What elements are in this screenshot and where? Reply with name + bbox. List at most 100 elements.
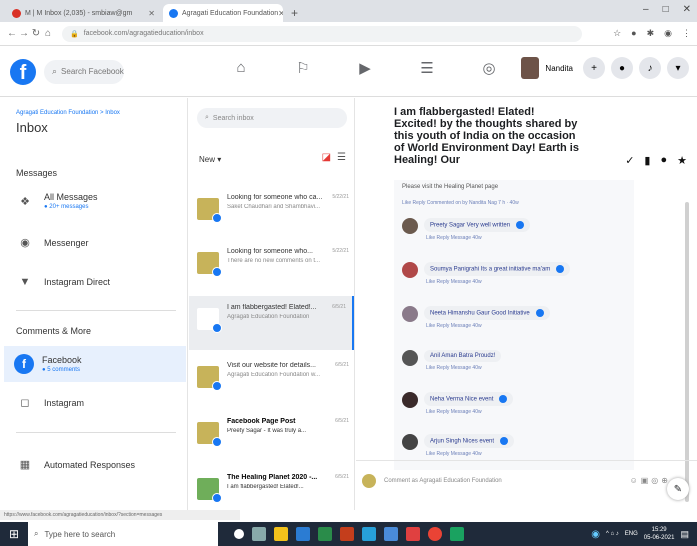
chrome-icon[interactable] — [428, 527, 442, 541]
sidebar-item-instagram-direct[interactable]: ▼ Instagram Direct — [16, 276, 186, 288]
reload-icon[interactable]: ↻ — [30, 28, 42, 39]
url-input[interactable]: 🔒 facebook.com/agragatieducation/inbox — [62, 25, 582, 42]
edge-icon[interactable] — [362, 527, 376, 541]
sidebar-item-label: Instagram Direct — [44, 277, 111, 287]
label-icon[interactable]: ● — [660, 154, 667, 167]
star-icon[interactable]: ☆ — [613, 28, 621, 39]
filter-dropdown[interactable]: New ▾ — [199, 155, 221, 164]
windows-start-icon[interactable]: ⊞ — [0, 527, 28, 541]
list-item-selected[interactable]: I am flabbergasted! Elated!... Agragati … — [189, 296, 354, 350]
file-explorer-icon[interactable] — [274, 527, 288, 541]
list-item[interactable]: Facebook Page Post Preety Sagar - It was… — [189, 410, 354, 464]
browser-tab-facebook[interactable]: Agragati Education Foundation ✕ — [163, 4, 283, 22]
comment: Soumya Panigrahi Its a great initiative … — [402, 262, 571, 285]
scrollbar[interactable] — [685, 202, 689, 502]
create-plus-icon[interactable]: + — [583, 57, 605, 79]
user-name[interactable]: Nandita — [545, 64, 573, 73]
tray-arrows-icon[interactable]: ^ ⌂ ♪ — [606, 531, 619, 537]
maximize-button[interactable]: □ — [663, 4, 669, 15]
comment-bubble: Arjun Singh Nices event — [424, 434, 515, 448]
powerpoint-icon[interactable] — [340, 527, 354, 541]
list-item[interactable]: Visit our website for details... Agragat… — [189, 354, 354, 408]
comment-composer[interactable]: Comment as Agragati Education Foundation… — [356, 460, 697, 500]
facebook-logo[interactable]: f — [10, 58, 36, 85]
facebook-badge-icon — [212, 213, 222, 223]
forward-icon[interactable]: → — [18, 28, 30, 39]
notification-icon[interactable]: ▤ — [680, 529, 689, 540]
comment-meta[interactable]: Like Reply Message 40w — [426, 323, 550, 329]
list-item[interactable]: The Healing Planet 2020 -... I am flabbe… — [189, 466, 354, 510]
list-item[interactable]: Looking for someone who... There are no … — [189, 240, 354, 294]
tab-label: Agragati Education Foundation — [182, 9, 279, 17]
comment-meta[interactable]: Like Reply Message 40w — [426, 365, 501, 371]
messenger-icon[interactable]: ● — [611, 57, 633, 79]
extension-icon[interactable]: ● — [631, 28, 636, 39]
sidebar-item-instagram[interactable]: ◻ Instagram — [16, 396, 186, 409]
flag-nav-icon[interactable]: ⚐ — [272, 59, 334, 77]
minimize-button[interactable]: – — [643, 4, 649, 15]
new-tab-button[interactable]: + — [285, 4, 304, 22]
back-icon[interactable]: ← — [6, 28, 18, 39]
compose-edit-button[interactable]: ✎ — [667, 478, 689, 500]
sidebar-item-facebook[interactable]: f Facebook ● 5 comments — [4, 346, 186, 382]
account-menu-icon[interactable]: ▾ — [667, 57, 689, 79]
comment-meta[interactable]: Like Reply Message 40w — [426, 409, 513, 415]
comment-meta[interactable]: Like Reply Message 40w — [426, 235, 530, 241]
assistant-icon[interactable]: ◉ — [591, 529, 600, 540]
comment: Anil Aman Batra Proudz! Like Reply Messa… — [402, 350, 502, 371]
sidebar-item-messenger[interactable]: ◉ Messenger — [16, 236, 186, 249]
check-icon[interactable]: ✓ — [625, 154, 634, 167]
composer-tools-icons[interactable]: ☺▣◎⊕ — [630, 476, 671, 485]
conversation-title: Looking for someone who ca... — [227, 194, 323, 201]
conversation-time: 6/5/21 — [335, 362, 349, 368]
close-window-button[interactable]: ✕ — [683, 4, 691, 15]
profile-icon[interactable]: ◉ — [664, 28, 672, 39]
search-placeholder: Type here to search — [44, 529, 116, 539]
commenter-avatar — [402, 350, 418, 366]
puzzle-icon[interactable]: ✱ — [647, 28, 655, 39]
window-controls: – □ ✕ — [643, 4, 691, 15]
archive-icon[interactable]: ▮ — [644, 154, 650, 167]
facebook-search-input[interactable]: ⌕ Search Facebook — [44, 59, 124, 84]
send-icon: ▼ — [19, 276, 31, 288]
menu-dots-icon[interactable]: ⋮ — [682, 28, 691, 39]
language-indicator[interactable]: ENG — [625, 531, 638, 537]
notifications-icon[interactable]: ♪ — [639, 57, 661, 79]
clock[interactable]: 15:29 05-06-2021 — [644, 526, 675, 542]
groups-nav-icon[interactable]: ◎ — [458, 59, 520, 77]
facebook-nav: ⌂ ⚐ ▶ ☰ ◎ — [210, 59, 520, 77]
conversation-snippet: Agragati Education Foundation — [227, 314, 310, 320]
comment-text: Neha Verma Nice event — [430, 396, 494, 403]
inbox-search-input[interactable]: ⌕ Search inbox — [197, 108, 347, 128]
list-item[interactable]: Looking for someone who ca... Saket Chau… — [189, 186, 354, 240]
app-icon[interactable] — [450, 527, 464, 541]
flag-icon[interactable]: ◪ — [322, 152, 331, 163]
app-icon[interactable] — [384, 527, 398, 541]
facebook-icon: f — [14, 354, 34, 374]
conversation-time: 5/22/21 — [332, 194, 349, 200]
watch-nav-icon[interactable]: ▶ — [334, 59, 396, 77]
close-tab-icon[interactable]: ✕ — [278, 9, 283, 18]
sidebar-item-automated-responses[interactable]: ▦ Automated Responses — [16, 458, 186, 471]
breadcrumb[interactable]: Agragati Education Foundation > Inbox — [16, 110, 120, 116]
comment-meta[interactable]: Like Reply Message 40w — [426, 279, 570, 285]
star-icon[interactable]: ★ — [677, 154, 687, 167]
taskbar-search-input[interactable]: ⌕ Type here to search — [28, 522, 218, 546]
word-icon[interactable] — [296, 527, 310, 541]
comment-text: Anil Aman Batra Proudz! — [430, 353, 496, 359]
excel-icon[interactable] — [318, 527, 332, 541]
home-nav-icon[interactable]: ⌂ — [210, 59, 272, 77]
user-avatar[interactable] — [521, 57, 540, 79]
inbox-sidebar: Agragati Education Foundation > Inbox In… — [0, 98, 188, 510]
sidebar-item-all-messages[interactable]: ❖ All Messages ● 20+ messages — [16, 192, 186, 210]
cortana-icon[interactable] — [234, 529, 244, 539]
task-view-icon[interactable] — [252, 527, 266, 541]
filter-icon[interactable]: ☰ — [337, 152, 346, 163]
app-icon[interactable] — [406, 527, 420, 541]
browser-tab-gmail[interactable]: M | M Inbox (2,035) - smbiaw@gm ✕ — [6, 4, 161, 22]
comment-meta[interactable]: Like Reply Message 40w — [426, 451, 514, 457]
marketplace-nav-icon[interactable]: ☰ — [396, 59, 458, 77]
close-tab-icon[interactable]: ✕ — [148, 9, 155, 18]
home-icon[interactable]: ⌂ — [42, 28, 54, 39]
messages-heading: Messages — [16, 168, 58, 178]
